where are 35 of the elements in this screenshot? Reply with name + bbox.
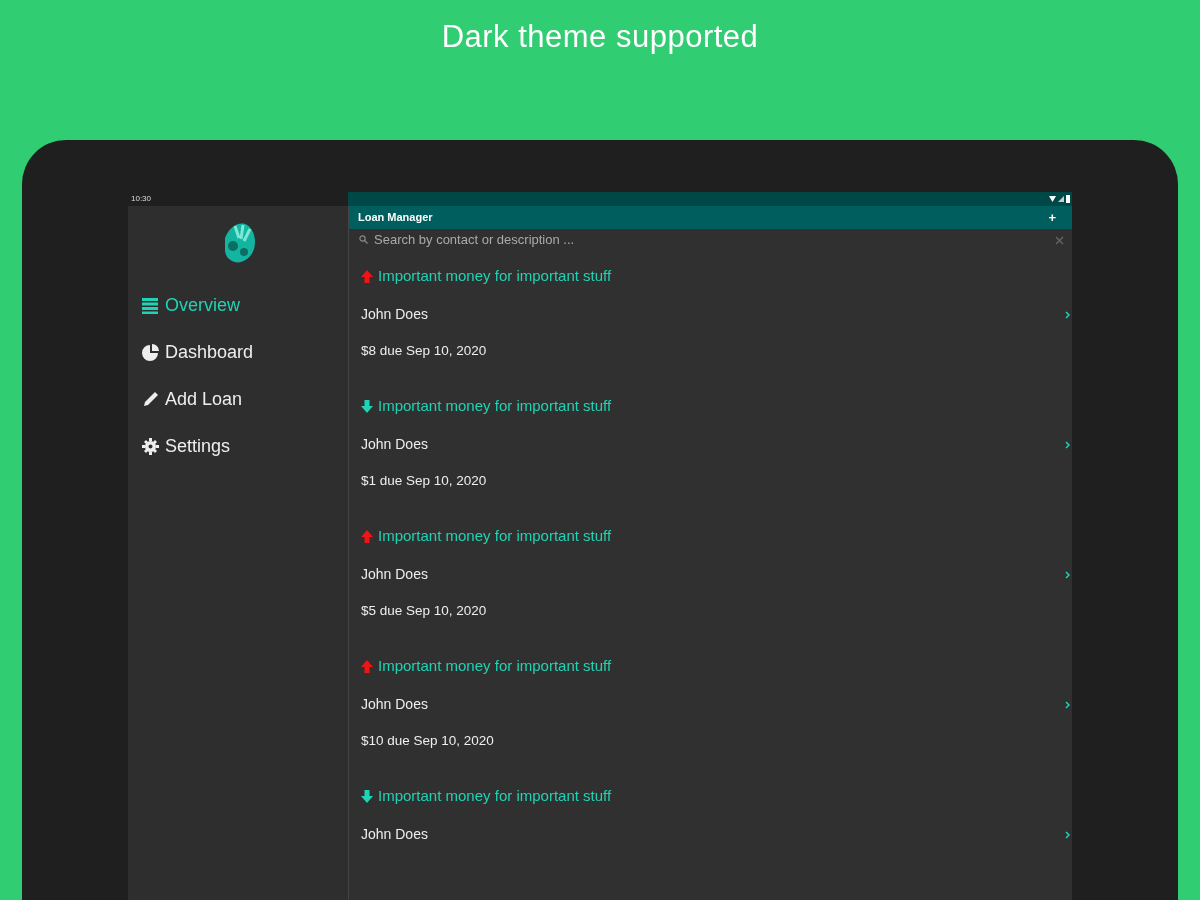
contact-name: John Does — [361, 694, 428, 714]
pie-chart-icon — [142, 344, 159, 361]
search-field[interactable]: Search by contact or description ... — [372, 228, 1051, 250]
contact-name: John Does — [361, 824, 428, 844]
drawer-item[interactable]: Settings — [128, 423, 245, 470]
due-amount: $10 due Sep 10, 2020 — [361, 731, 495, 750]
battery-icon — [1066, 195, 1070, 203]
contact-name: John Does — [361, 304, 428, 324]
app-title: Loan Manager — [358, 210, 433, 225]
signal-icon — [1058, 196, 1064, 202]
contact-name: John Does — [361, 434, 428, 454]
down-arrow-icon — [361, 789, 373, 803]
due-amount: $1 due Sep 10, 2020 — [361, 471, 488, 490]
loan-description: Important money for important stuff — [378, 265, 612, 286]
headline: Dark theme supported — [440, 18, 760, 56]
up-arrow-icon — [361, 529, 373, 543]
due-amount: $8 due Sep 10, 2020 — [361, 341, 488, 360]
drawer-item[interactable]: Dashboard — [128, 329, 268, 376]
add-button[interactable]: + — [1046, 207, 1058, 227]
loan-description: Important money for important stuff — [378, 525, 612, 546]
pencil-icon — [142, 391, 159, 408]
up-arrow-icon — [361, 269, 373, 283]
wifi-icon — [1049, 196, 1056, 202]
loan-description: Important money for important stuff — [378, 655, 612, 676]
drawer-item[interactable]: Overview — [128, 282, 254, 329]
list-icon — [142, 297, 159, 314]
loan-description: Important money for important stuff — [378, 395, 612, 416]
due-amount: $5 due Sep 10, 2020 — [361, 601, 488, 620]
settings-icon — [142, 438, 159, 455]
down-arrow-icon — [361, 399, 373, 413]
up-arrow-icon — [361, 659, 373, 673]
contact-name: John Does — [361, 564, 428, 584]
loan-description: Important money for important stuff — [378, 785, 612, 806]
search-icon — [359, 234, 368, 244]
drawer-item[interactable]: Add Loan — [128, 376, 257, 423]
